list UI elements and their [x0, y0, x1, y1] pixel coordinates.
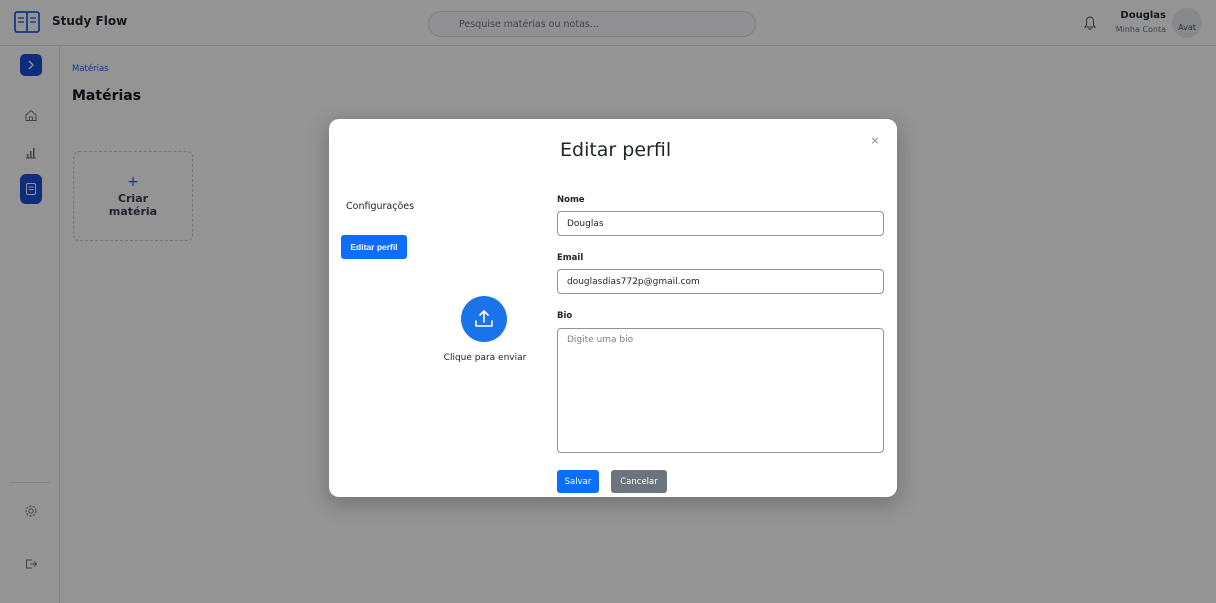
bio-label: Bio	[557, 311, 573, 321]
upload-icon	[475, 310, 493, 327]
menu-item-edit-profile[interactable]: Editar perfil	[341, 235, 407, 259]
modal-title: Editar perfil	[560, 139, 672, 161]
cancel-button[interactable]: Cancelar	[611, 470, 667, 493]
email-label: Email	[557, 253, 584, 263]
bio-textarea[interactable]	[557, 328, 884, 453]
menu-item-config[interactable]: Configurações	[346, 201, 414, 212]
close-icon[interactable]: ×	[868, 133, 882, 147]
save-button[interactable]: Salvar	[557, 470, 599, 493]
email-input[interactable]	[557, 269, 884, 294]
name-input[interactable]	[557, 211, 884, 236]
upload-label: Clique para enviar	[443, 353, 527, 363]
upload-button[interactable]	[461, 296, 507, 342]
name-label: Nome	[557, 195, 585, 205]
edit-profile-modal: Editar perfil × Configurações Editar per…	[329, 119, 897, 497]
